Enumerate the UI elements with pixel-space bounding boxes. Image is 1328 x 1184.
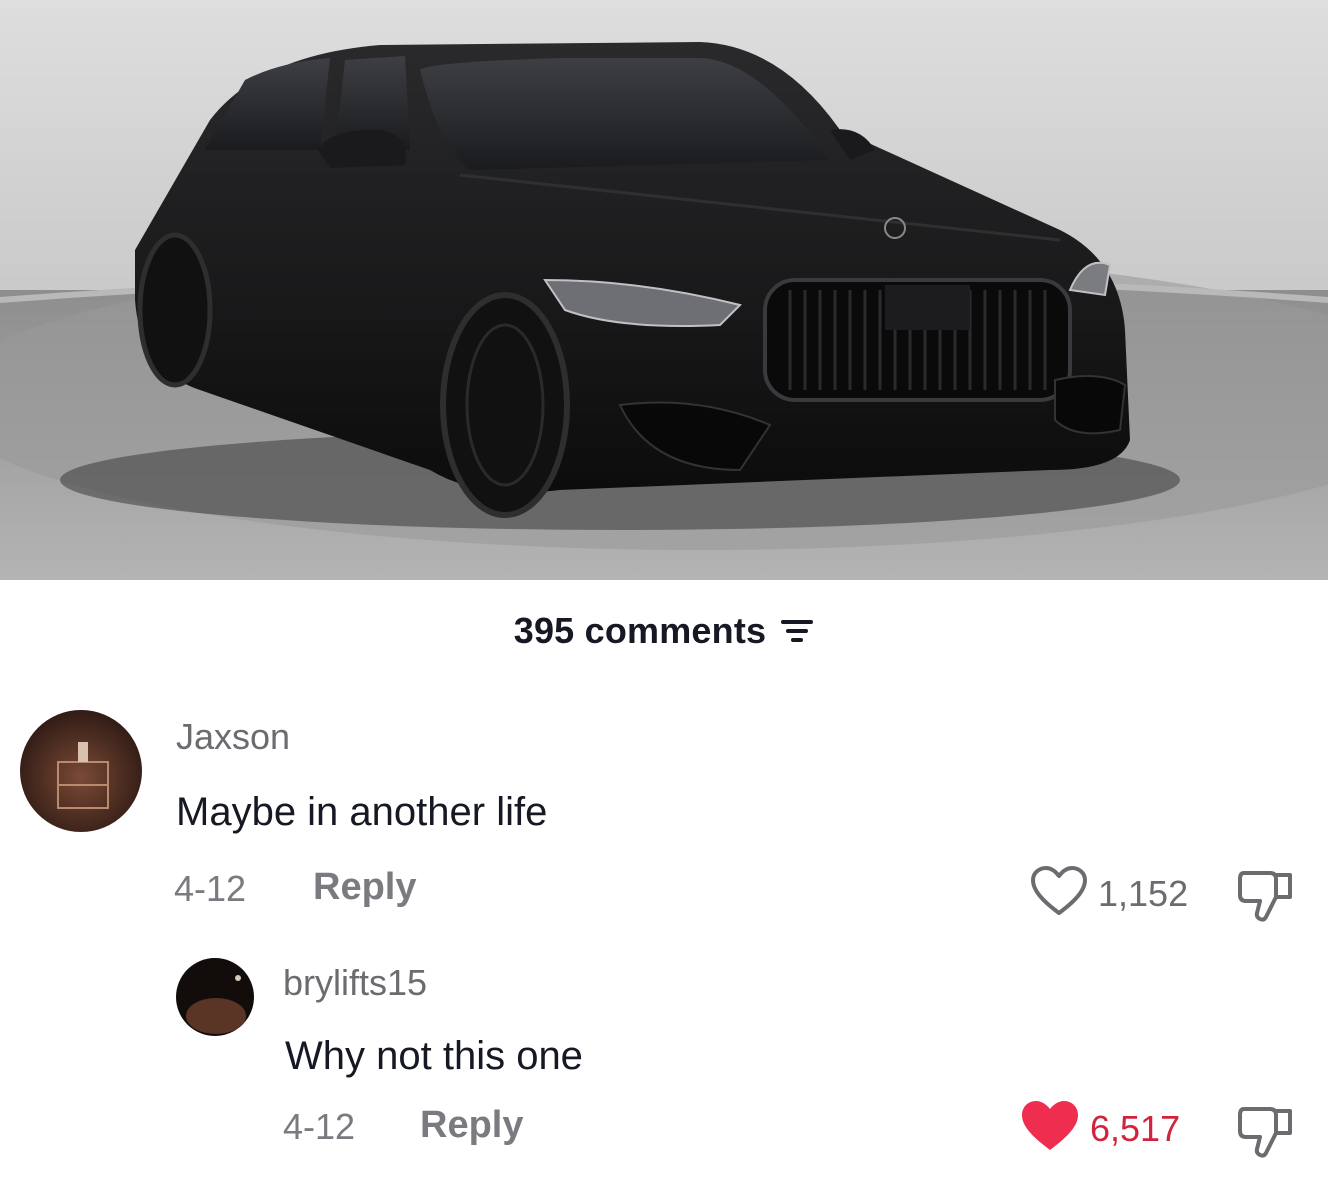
comment-username[interactable]: brylifts15 [283, 962, 427, 1004]
comment-date: 4-12 [174, 868, 247, 909]
avatar[interactable] [20, 710, 142, 832]
comments-count: 395 comments [513, 610, 767, 651]
car-image [0, 0, 1328, 580]
heart-outline-icon [1030, 865, 1088, 922]
video-thumbnail[interactable] [0, 0, 1328, 580]
reply-button[interactable]: Reply [420, 1104, 523, 1147]
thumbs-down-icon[interactable] [1236, 1103, 1296, 1159]
like-count: 6,517 [1090, 1107, 1181, 1149]
comments-header: 395 comments [0, 610, 1328, 652]
avatar[interactable] [176, 958, 254, 1036]
thumbs-down-icon[interactable] [1236, 867, 1296, 923]
comment-text: Maybe in another life [176, 790, 548, 834]
like-count: 1,152 [1098, 872, 1189, 914]
comments-panel: 395 comments Jaxson Maybe in another lif… [0, 580, 1328, 1184]
like-button[interactable]: 1,152 [1030, 865, 1188, 922]
reply-button[interactable]: Reply [313, 866, 416, 909]
comment-username[interactable]: Jaxson [176, 716, 290, 758]
filter-lines-icon[interactable] [780, 617, 814, 645]
comment-text: Why not this one [285, 1034, 583, 1078]
heart-filled-icon [1020, 1099, 1080, 1158]
like-button[interactable]: 6,517 [1020, 1099, 1180, 1158]
comment-date: 4-12 [283, 1106, 356, 1147]
